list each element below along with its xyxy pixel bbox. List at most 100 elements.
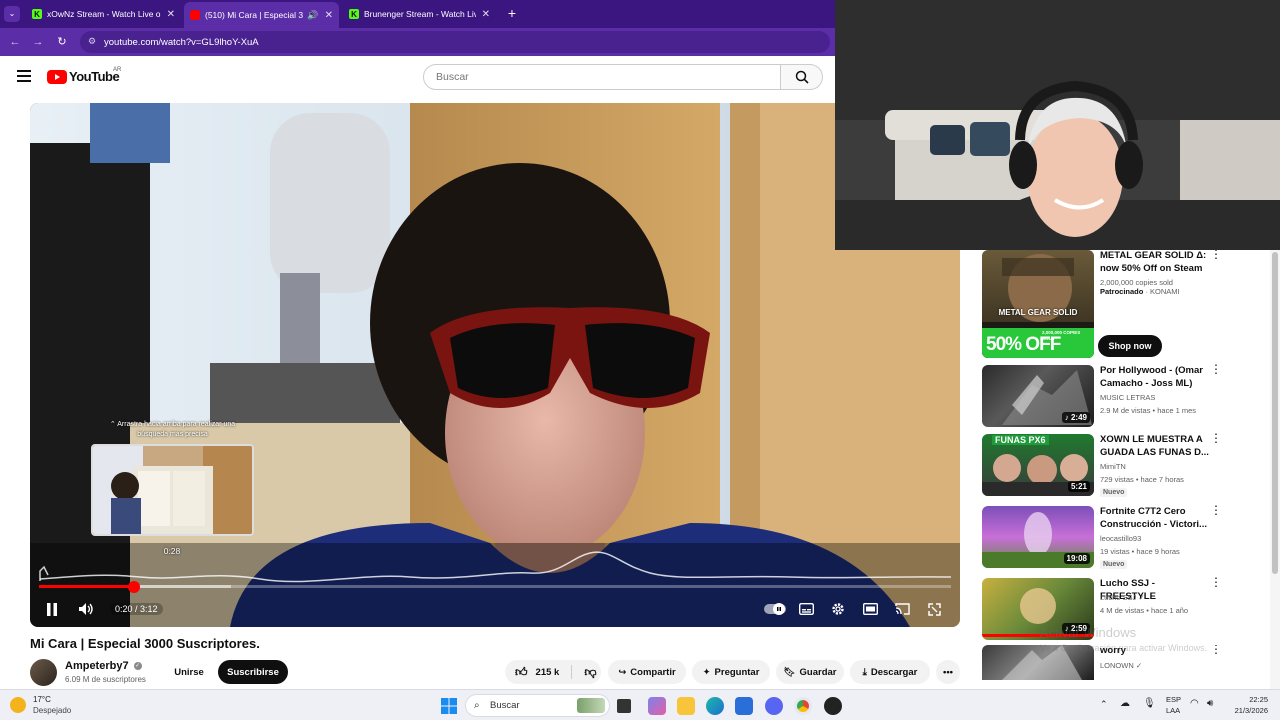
browser-tab-youtube[interactable]: (510) Mi Cara | Especial 300 🔊 ✕ [184,2,339,28]
more-actions-button[interactable]: ••• [936,660,960,684]
clock-time[interactable]: 22:25 [1232,695,1268,704]
windows-activation-subtitle: Ve a Configuración para activar Windows. [1040,643,1208,653]
language-top[interactable]: ESP [1166,695,1181,704]
like-icon[interactable]: 👍︎ [515,665,528,680]
search-button[interactable] [781,64,823,90]
video-thumbnail[interactable]: ♪ 2:49 [982,365,1094,427]
seek-preview-thumbnail [91,444,254,536]
tray-overflow-icon[interactable]: ⌃ [1100,699,1108,710]
store-icon[interactable] [735,697,753,715]
edge-icon[interactable] [706,697,724,715]
windows-start-icon[interactable] [440,697,458,715]
browser-tab-brunenger[interactable]: K Brunenger Stream - Watch Live ✕ [343,3,496,25]
sidebar-video-item[interactable]: FUNAS PX6 5:21 XOWN LE MUESTRA A GUADA L… [982,432,1232,498]
video-channel[interactable]: MUSIC LETRAS [1100,393,1155,402]
browser-tab-xownz[interactable]: K xOwNz Stream - Watch Live on ✕ [26,3,181,25]
forward-icon[interactable]: → [31,35,45,49]
video-duration: 19:08 [1063,553,1090,564]
teams-icon[interactable] [648,697,666,715]
volume-icon[interactable] [76,599,96,619]
youtube-logo[interactable]: YouTube AR [47,67,121,84]
video-player[interactable]: ⌃ Arrastra hacia arriba para realizar un… [30,103,960,627]
more-vert-icon[interactable]: ⋮ [1210,504,1222,522]
cast-icon[interactable] [892,599,912,619]
reload-icon[interactable]: ↻ [55,35,69,49]
video-title: Mi Cara | Especial 3000 Suscriptores. [30,636,260,651]
url-text: youtube.com/watch?v=GL9lhoY-XuA [104,36,259,48]
file-explorer-icon[interactable] [677,697,695,715]
discord-icon[interactable] [765,697,783,715]
more-vert-icon[interactable]: ⋮ [1210,248,1222,266]
clock-date[interactable]: 21/3/2026 [1226,706,1268,715]
shop-now-button[interactable]: Shop now [1098,335,1162,357]
site-info-icon[interactable]: ⚙ [88,36,96,47]
ask-label: Preguntar [714,666,760,678]
save-label: Guardar [799,666,837,678]
video-channel[interactable]: leocastillo93 [1100,534,1141,543]
video-channel[interactable]: LONOWN ✓ [1100,661,1142,670]
subtitles-icon[interactable] [796,599,816,619]
ad-meta: 2,000,000 copies sold [1100,278,1173,287]
video-title[interactable]: Fortnite C7T2 Cero Construcción - Victor… [1100,506,1212,531]
ad-thumbnail[interactable]: METAL GEAR SOLID 2,000,000 COPIES SOLD 5… [982,250,1094,358]
video-thumbnail[interactable]: FUNAS PX6 5:21 [982,434,1094,496]
close-icon[interactable]: ✕ [476,9,490,20]
progress-bar[interactable] [39,585,951,588]
microphone-tray-icon[interactable]: 🎙︎ [1143,698,1156,709]
scrollbar-thumb[interactable] [1272,252,1278,574]
autoplay-toggle[interactable] [763,599,787,619]
sidebar-ad[interactable]: METAL GEAR SOLID 2,000,000 COPIES SOLD 5… [982,248,1232,360]
kick-icon: K [349,9,359,19]
search-input[interactable]: Buscar [423,64,781,90]
download-button[interactable]: ⤓ Descargar [850,660,930,684]
video-title[interactable]: XOWN LE MUESTRA A GUADA LAS FUNAS D... [1100,434,1212,459]
video-channel[interactable]: MimiTN [1100,462,1126,471]
fullscreen-icon[interactable] [924,599,944,619]
ad-title[interactable]: METAL GEAR SOLID Δ: now 50% Off on Steam [1100,250,1212,275]
app-icon[interactable] [824,697,842,715]
join-button[interactable]: Unirse [168,660,210,684]
new-badge: Nuevo [1100,488,1128,497]
search-icon [795,70,809,84]
more-vert-icon[interactable]: ⋮ [1210,432,1222,450]
video-thumbnail[interactable]: 19:08 [982,506,1094,568]
save-button[interactable]: 🔖︎ Guardar [776,660,844,684]
ask-button[interactable]: ✦ Preguntar [692,660,770,684]
video-channel[interactable]: Lucho SSJ ✓ [1100,593,1145,602]
share-button[interactable]: ↪ Compartir [608,660,686,684]
speaker-icon[interactable]: 🔊 [307,10,318,21]
menu-icon[interactable] [17,70,31,82]
wifi-icon[interactable]: ◠ [1190,698,1199,709]
more-vert-icon[interactable]: ⋮ [1210,576,1222,594]
like-count[interactable]: 215 k [536,667,560,678]
channel-name[interactable]: Ampeterby7 ✓ [65,660,142,672]
language-bottom[interactable]: LAA [1166,706,1180,715]
volume-tray-icon[interactable]: 🔊︎ [1207,698,1213,709]
network-tray-icon[interactable]: ☁ [1120,698,1130,709]
subscribe-button[interactable]: Suscribirse [218,660,288,684]
pause-icon[interactable] [42,599,62,619]
address-bar[interactable]: ⚙ youtube.com/watch?v=GL9lhoY-XuA [80,31,830,53]
more-vert-icon[interactable]: ⋮ [1210,645,1222,661]
sidebar-video-item[interactable]: ♪ 2:49 Por Hollywood - (Omar Camacho - J… [982,363,1232,429]
close-icon[interactable]: ✕ [319,10,333,21]
weather-widget[interactable]: 17°C Despejado [10,695,90,717]
new-badge: Nuevo [1100,560,1128,569]
miniplayer-icon[interactable] [860,599,880,619]
close-icon[interactable]: ✕ [161,9,175,20]
dislike-icon[interactable]: 👎︎ [584,665,596,680]
scrubber-handle[interactable] [127,581,140,593]
taskbar-search[interactable]: ⌕ Buscar [465,694,610,717]
video-title[interactable]: Por Hollywood - (Omar Camacho - Joss ML) [1100,365,1212,390]
sparkle-icon: ✦ [702,666,711,678]
settings-gear-icon[interactable] [828,599,848,619]
channel-avatar[interactable] [30,659,57,686]
tab-search-dropdown[interactable]: ⌄ [4,6,20,22]
chrome-icon[interactable] [794,697,812,715]
new-tab-button[interactable]: + [505,5,519,21]
back-icon[interactable]: ← [8,35,22,49]
page-scrollbar[interactable] [1270,250,1280,689]
task-view-icon[interactable] [617,699,631,713]
sidebar-video-item[interactable]: 19:08 Fortnite C7T2 Cero Construcción - … [982,504,1232,570]
more-vert-icon[interactable]: ⋮ [1210,363,1222,381]
